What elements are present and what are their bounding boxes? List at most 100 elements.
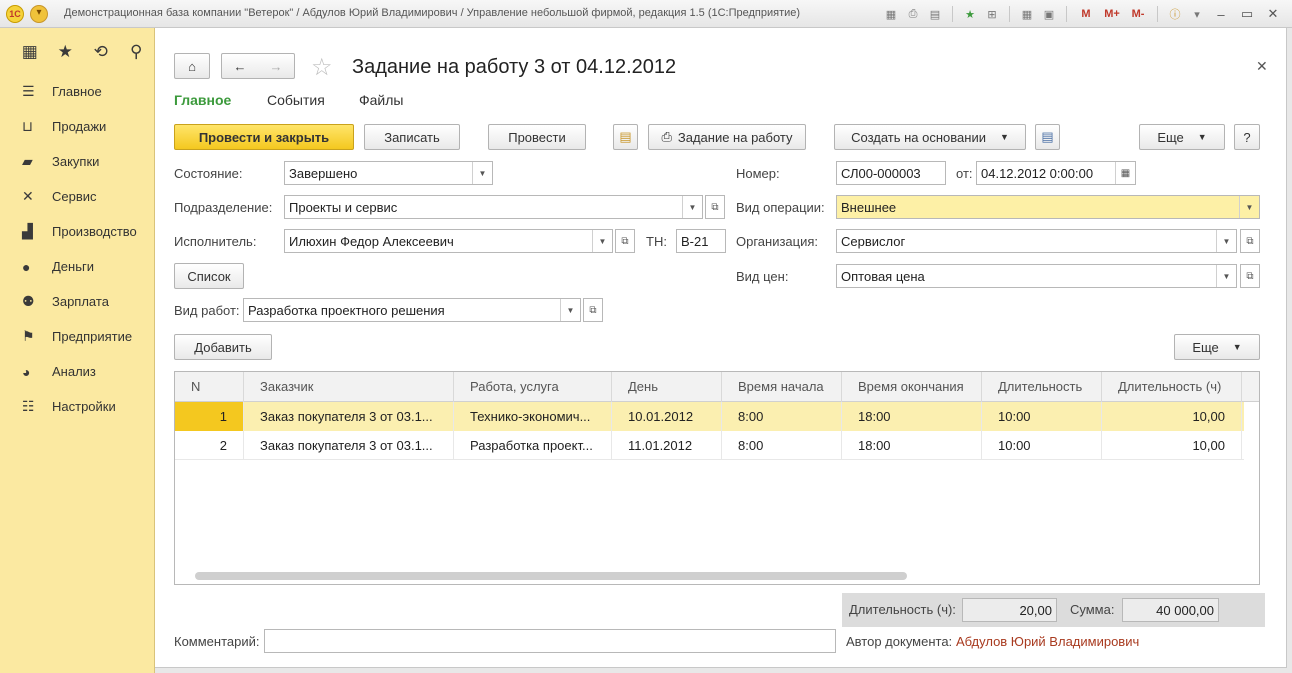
- chevron-down-icon[interactable]: ▼: [592, 230, 612, 252]
- search-icon[interactable]: ⚲: [119, 37, 155, 67]
- link-icon[interactable]: ⊞: [983, 5, 1001, 23]
- sidebar-item-enterprise[interactable]: ⚑ Предприятие: [0, 319, 155, 354]
- more-button[interactable]: Еще ▼: [1139, 124, 1225, 150]
- table-row[interactable]: 2 Заказ покупателя 3 от 03.1... Разработ…: [175, 431, 1244, 460]
- table-more-button[interactable]: Еще ▼: [1174, 334, 1260, 360]
- home-button[interactable]: ⌂: [174, 53, 210, 79]
- chevron-down-icon[interactable]: ▼: [472, 162, 492, 184]
- calendar-icon[interactable]: ▦: [1115, 162, 1135, 184]
- list-button[interactable]: Список: [174, 263, 244, 289]
- more-chevron-icon[interactable]: ▾: [1188, 5, 1206, 23]
- open-organization-button[interactable]: ⧉: [1240, 229, 1260, 253]
- column-header-duration-hours[interactable]: Длительность (ч): [1102, 372, 1242, 402]
- open-executor-button[interactable]: ⧉: [615, 229, 635, 253]
- post-button[interactable]: Провести: [488, 124, 586, 150]
- sidebar-item-main[interactable]: ☰ Главное: [0, 74, 155, 109]
- state-select[interactable]: Завершено ▼: [284, 161, 493, 185]
- division-field[interactable]: Проекты и сервис ▼: [284, 195, 703, 219]
- column-header-day[interactable]: День: [612, 372, 722, 402]
- column-header-n[interactable]: N: [175, 372, 244, 402]
- open-price-type-button[interactable]: ⧉: [1240, 264, 1260, 288]
- sidebar-item-settings[interactable]: ☷ Настройки: [0, 389, 155, 424]
- chevron-down-icon: ▼: [1232, 342, 1242, 352]
- column-header-end[interactable]: Время окончания: [842, 372, 982, 402]
- comment-input[interactable]: [264, 629, 836, 653]
- sidebar-item-production[interactable]: ▟ Производство: [0, 214, 155, 249]
- memory-plus-button[interactable]: M+: [1101, 5, 1123, 23]
- horizontal-scrollbar[interactable]: [195, 572, 907, 580]
- tab-events[interactable]: События: [267, 92, 325, 108]
- create-based-on-button[interactable]: Создать на основании ▼: [834, 124, 1026, 150]
- favorites-star-icon[interactable]: ★: [48, 37, 84, 67]
- price-type-field[interactable]: Оптовая цена ▼: [836, 264, 1237, 288]
- structure-button[interactable]: ▤: [613, 124, 638, 150]
- memory-m-button[interactable]: M: [1075, 5, 1097, 23]
- sidebar-item-salary[interactable]: ⚉ Зарплата: [0, 284, 155, 319]
- document-icon[interactable]: ▤: [926, 5, 944, 23]
- main-menu-button[interactable]: ▾: [30, 5, 48, 23]
- chevron-down-icon: ▼: [999, 132, 1009, 142]
- sidebar-item-sales[interactable]: ⊔ Продажи: [0, 109, 155, 144]
- save-button[interactable]: Записать: [364, 124, 460, 150]
- report-button[interactable]: ▤: [1035, 124, 1060, 150]
- state-label: Состояние:: [174, 166, 243, 181]
- save-icon[interactable]: ▦: [882, 5, 900, 23]
- minimize-button[interactable]: –: [1210, 5, 1232, 23]
- add-row-button[interactable]: Добавить: [174, 334, 272, 360]
- division-label: Подразделение:: [174, 200, 273, 215]
- sidebar-item-service[interactable]: ✕ Сервис: [0, 179, 155, 214]
- column-header-work[interactable]: Работа, услуга: [454, 372, 612, 402]
- back-arrow-icon[interactable]: ←: [234, 59, 247, 74]
- info-icon[interactable]: ⓘ: [1166, 5, 1184, 23]
- chevron-down-icon[interactable]: ▼: [682, 196, 702, 218]
- post-and-close-button[interactable]: Провести и закрыть: [174, 124, 354, 150]
- from-label: от:: [956, 166, 973, 181]
- tn-field[interactable]: В-21: [676, 229, 726, 253]
- executor-field[interactable]: Илюхин Федор Алексеевич ▼: [284, 229, 613, 253]
- chevron-down-icon[interactable]: ▼: [1216, 230, 1236, 252]
- column-header-customer[interactable]: Заказчик: [244, 372, 454, 402]
- author-link[interactable]: Абдулов Юрий Владимирович: [956, 634, 1139, 649]
- work-type-field[interactable]: Разработка проектного решения ▼: [243, 298, 581, 322]
- open-work-type-button[interactable]: ⧉: [583, 298, 603, 322]
- tab-files[interactable]: Файлы: [359, 92, 403, 108]
- pie-chart-icon: ◕: [22, 363, 31, 380]
- close-window-button[interactable]: ✕: [1262, 5, 1284, 23]
- open-division-button[interactable]: ⧉: [705, 195, 725, 219]
- memory-minus-button[interactable]: M-: [1127, 5, 1149, 23]
- sidebar-item-money[interactable]: ● Деньги: [0, 249, 155, 284]
- works-table: N Заказчик Работа, услуга День Время нач…: [174, 371, 1260, 585]
- favorite-star-icon[interactable]: ☆: [311, 53, 333, 82]
- comment-label: Комментарий:: [174, 634, 260, 649]
- sidebar-item-analysis[interactable]: ◕ Анализ: [0, 354, 155, 389]
- forward-arrow-icon[interactable]: →: [270, 59, 283, 74]
- executor-label: Исполнитель:: [174, 234, 257, 249]
- date-field[interactable]: 04.12.2012 0:00:00 ▦: [976, 161, 1136, 185]
- people-icon: ⚉: [22, 293, 35, 309]
- number-field[interactable]: СЛ00-000003: [836, 161, 946, 185]
- basket-icon: ⊔: [22, 118, 33, 134]
- totals-panel: Длительность (ч): 20,00 Сумма: 40 000,00: [842, 593, 1265, 627]
- sidebar-item-purchases[interactable]: ▰ Закупки: [0, 144, 155, 179]
- column-header-duration[interactable]: Длительность: [982, 372, 1102, 402]
- print-task-button[interactable]: ⎙ Задание на работу: [648, 124, 806, 150]
- history-icon[interactable]: ⟲: [83, 37, 119, 67]
- print-icon[interactable]: ⎙: [904, 5, 922, 23]
- maximize-button[interactable]: ▭: [1236, 5, 1258, 23]
- tab-main[interactable]: Главное: [174, 92, 231, 108]
- grid-menu-icon[interactable]: ▦: [12, 37, 48, 67]
- close-form-icon[interactable]: ✕: [1256, 58, 1268, 75]
- column-header-start[interactable]: Время начала: [722, 372, 842, 402]
- favorite-add-icon[interactable]: ★: [961, 5, 979, 23]
- print-icon: ⎙: [661, 129, 672, 144]
- calendar-icon[interactable]: ▣: [1040, 5, 1058, 23]
- help-button[interactable]: ?: [1234, 124, 1260, 150]
- calculator-icon[interactable]: ▦: [1018, 5, 1036, 23]
- chevron-down-icon[interactable]: ▼: [560, 299, 580, 321]
- chevron-down-icon[interactable]: ▼: [1216, 265, 1236, 287]
- work-type-label: Вид работ:: [174, 303, 240, 318]
- table-row[interactable]: 1 Заказ покупателя 3 от 03.1... Технико-…: [175, 402, 1244, 431]
- organization-field[interactable]: Сервислог ▼: [836, 229, 1237, 253]
- chevron-down-icon[interactable]: ▼: [1239, 196, 1259, 218]
- operation-select[interactable]: Внешнее ▼: [836, 195, 1260, 219]
